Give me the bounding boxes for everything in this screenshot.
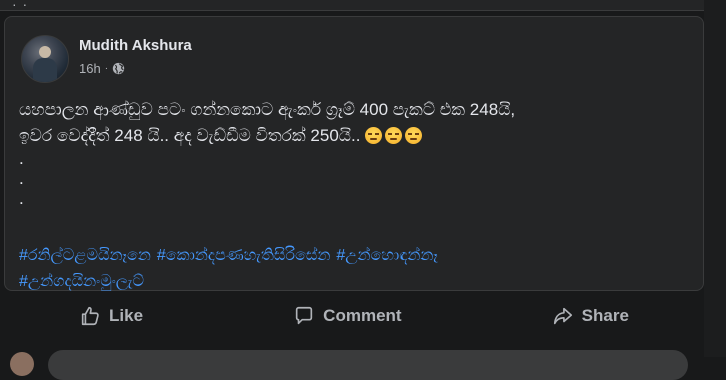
post-body: යහපාලන ආණ්ඩුව පටං ගන්නකොට ඇංකර් ග්‍රෑම් … <box>19 97 679 209</box>
post-meta: 16h · <box>79 61 125 76</box>
post-dot-line: . <box>19 189 24 208</box>
previous-post-edge: · · <box>0 0 726 12</box>
unamused-emoji-icon <box>365 127 383 144</box>
hashtag-link[interactable]: #උන්ගදයිනංමුංලැට් <box>19 273 144 290</box>
post-text-line-content: ඉවර වෙද්දීත් 248 යි.. අද වැඩ්ඩීම විතරක් … <box>19 126 361 145</box>
comment-icon <box>293 305 315 327</box>
like-icon <box>79 305 101 327</box>
scrollbar-track[interactable] <box>704 0 726 357</box>
hashtag-link[interactable]: #උන්හොඳන්නෑ <box>336 247 437 264</box>
post-text-line: යහපාලන ආණ්ඩුව පටං ගන්නකොට ඇංකර් ග්‍රෑම් … <box>19 100 516 119</box>
post-timestamp[interactable]: 16h <box>79 61 101 76</box>
post-dot-line: . <box>19 169 24 188</box>
hashtag-link[interactable]: #කොන්දපණහැතිසිරිසේන <box>157 247 331 264</box>
like-button[interactable]: Like <box>49 301 173 331</box>
author-name[interactable]: Mudith Akshura <box>79 37 192 54</box>
share-button[interactable]: Share <box>522 301 659 331</box>
globe-icon[interactable] <box>112 62 125 75</box>
comment-label: Comment <box>323 306 402 325</box>
comment-composer-row <box>0 344 726 380</box>
hashtag-link[interactable]: #රනිල්ටළමයිනෑනෙ <box>19 247 151 264</box>
like-label: Like <box>109 306 144 325</box>
hashtag-list: #රනිල්ටළමයිනෑනෙ #කොන්දපණහැතිසිරිසේන #උන්හො… <box>19 243 689 295</box>
previous-post-dots: · · <box>12 0 29 12</box>
post-action-bar: Like Comment Share <box>4 296 704 336</box>
avatar-body <box>33 58 57 82</box>
comment-input[interactable] <box>48 350 688 380</box>
unamused-emoji-icon <box>385 127 403 144</box>
post-card: Mudith Akshura 16h · යහපාලන ආණ්ඩුව පටං ග… <box>4 16 704 291</box>
share-label: Share <box>581 306 629 325</box>
unamused-emoji-icon <box>405 127 423 144</box>
post-text-line: ඉවර වෙද්දීත් 248 යි.. අද වැඩ්ඩීම විතරක් … <box>19 123 679 149</box>
comment-button[interactable]: Comment <box>263 301 431 331</box>
share-icon <box>552 305 574 327</box>
author-avatar[interactable] <box>21 35 69 83</box>
post-dot-line: . <box>19 149 24 168</box>
avatar-head <box>39 46 51 58</box>
meta-separator: · <box>104 63 109 74</box>
viewer-avatar[interactable] <box>10 352 34 376</box>
